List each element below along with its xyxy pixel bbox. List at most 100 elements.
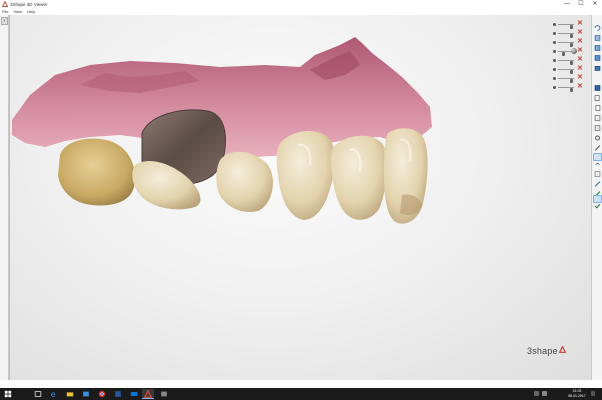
3d-viewport[interactable]: ✕ ✕ ✕ ✕ ✕ ✕ ✕ ✕ 3shape <box>9 15 591 380</box>
layer-visibility-icon[interactable] <box>553 59 556 62</box>
section-icon[interactable] <box>593 119 602 131</box>
layer-opacity-slider[interactable] <box>558 87 574 92</box>
delete-layer-icon[interactable]: ✕ <box>577 56 583 64</box>
file-explorer-button[interactable] <box>64 389 76 399</box>
layer-opacity-slider[interactable] <box>558 78 574 83</box>
slider-knob[interactable] <box>562 52 565 56</box>
check-icon[interactable] <box>593 195 602 209</box>
slider-knob[interactable] <box>570 88 573 92</box>
eye-icon[interactable] <box>593 139 602 151</box>
layer-row[interactable]: ✕ <box>551 65 587 74</box>
slider-knob[interactable] <box>570 61 573 65</box>
layer-visibility-icon[interactable] <box>553 86 556 89</box>
close-button[interactable]: ✕ <box>588 0 602 8</box>
layer-visibility-icon[interactable] <box>553 23 556 26</box>
layer-visibility-icon[interactable] <box>553 41 556 44</box>
file-explorer-icon <box>66 392 74 397</box>
expand-panel-button[interactable]: › <box>1 17 8 25</box>
settings-icon[interactable] <box>593 129 602 141</box>
store-button[interactable] <box>80 389 92 399</box>
right-toolbar <box>591 15 602 380</box>
word-button[interactable] <box>112 389 124 399</box>
word-icon <box>115 391 121 397</box>
dental-scan-model[interactable] <box>10 15 591 380</box>
paste-icon[interactable] <box>593 99 602 111</box>
slider-knob[interactable] <box>570 43 573 47</box>
volume-icon[interactable] <box>542 391 547 396</box>
start-button[interactable] <box>2 389 14 399</box>
system-clock[interactable]: 21:03 08.01.2017 <box>566 389 588 399</box>
window-title: 3Shape 3D Viewer <box>10 1 48 7</box>
slider-knob[interactable] <box>570 70 573 74</box>
view-top-icon[interactable] <box>593 39 602 51</box>
rotate-icon[interactable] <box>593 19 602 31</box>
layer-row[interactable]: ✕ <box>551 74 587 83</box>
screenshot-icon[interactable] <box>593 185 602 197</box>
menu-file[interactable]: File <box>2 9 8 14</box>
canine-tooth <box>276 131 335 220</box>
copy-icon[interactable] <box>593 89 602 101</box>
layer-row[interactable]: ✕ <box>551 29 587 38</box>
delete-layer-icon[interactable]: ✕ <box>577 29 583 37</box>
slider-knob[interactable] <box>570 25 573 29</box>
premolar-tooth <box>216 151 273 213</box>
layer-visibility-icon[interactable] <box>553 77 556 80</box>
delete-layer-icon[interactable]: ✕ <box>577 65 583 73</box>
layer-opacity-slider[interactable] <box>558 33 574 38</box>
maximize-button[interactable]: ☐ <box>574 0 588 8</box>
logo-triangle-icon <box>558 345 566 353</box>
layer-row[interactable]: ✕ <box>551 47 587 56</box>
menu-help[interactable]: Help <box>27 9 35 14</box>
measure-icon[interactable] <box>593 109 602 121</box>
logo-text: 3shape <box>527 346 558 356</box>
clock-date: 08.01.2017 <box>568 394 586 398</box>
app-logo-icon <box>2 1 8 7</box>
minimize-button[interactable]: — <box>560 0 574 8</box>
snapshot-icon[interactable] <box>593 153 602 165</box>
layer-row[interactable]: ✕ <box>551 38 587 47</box>
layer-visibility-icon[interactable] <box>553 68 556 71</box>
layer-visibility-icon[interactable] <box>553 32 556 35</box>
3shape-viewer-icon <box>144 390 152 398</box>
layer-opacity-slider[interactable] <box>558 24 574 29</box>
layer-row[interactable]: ✕ <box>551 20 587 29</box>
slider-knob[interactable] <box>570 79 573 83</box>
delete-layer-icon[interactable]: ✕ <box>577 47 583 55</box>
notifications-icon[interactable] <box>591 391 595 396</box>
3shape-logo: 3shape <box>527 345 566 356</box>
layer-row[interactable]: ✕ <box>551 83 587 92</box>
layer-panel: ✕ ✕ ✕ ✕ ✕ ✕ ✕ ✕ <box>551 19 587 97</box>
chrome-button[interactable] <box>96 389 108 399</box>
window-controls: — ☐ ✕ <box>560 0 602 8</box>
mail-button[interactable] <box>128 389 140 399</box>
photos-button[interactable] <box>158 389 170 399</box>
layer-opacity-slider[interactable] <box>558 42 574 47</box>
layer-opacity-slider[interactable] <box>558 60 574 65</box>
view-cube-icon[interactable] <box>593 79 602 91</box>
windows-taskbar: e 21:03 08.01.2017 <box>0 388 602 400</box>
transparency-icon[interactable] <box>593 165 602 177</box>
3shape-viewer-window: 3Shape 3D Viewer — ☐ ✕ File View Help › <box>0 0 602 400</box>
delete-layer-icon[interactable]: ✕ <box>577 38 583 46</box>
annotate-icon[interactable] <box>593 175 602 187</box>
menu-bar: File View Help <box>0 8 602 15</box>
task-view-button[interactable] <box>32 389 44 399</box>
layer-row[interactable]: ✕ <box>551 56 587 65</box>
view-side-icon[interactable] <box>593 49 602 61</box>
view-front-icon[interactable] <box>593 29 602 41</box>
title-bar: 3Shape 3D Viewer — ☐ ✕ <box>0 0 602 8</box>
delete-layer-icon[interactable]: ✕ <box>577 20 583 28</box>
windows-logo-icon <box>4 390 12 398</box>
layer-visibility-icon[interactable] <box>553 50 556 53</box>
layer-opacity-slider[interactable] <box>558 69 574 74</box>
mail-icon <box>130 392 138 396</box>
3shape-viewer-button[interactable] <box>142 389 154 399</box>
layers-icon[interactable] <box>593 59 602 71</box>
menu-view[interactable]: View <box>13 9 22 14</box>
edge-button[interactable]: e <box>48 389 60 399</box>
delete-layer-icon[interactable]: ✕ <box>577 83 583 91</box>
edge-icon: e <box>51 390 56 398</box>
slider-knob[interactable] <box>570 34 573 38</box>
delete-layer-icon[interactable]: ✕ <box>577 74 583 82</box>
network-icon[interactable] <box>534 391 539 396</box>
